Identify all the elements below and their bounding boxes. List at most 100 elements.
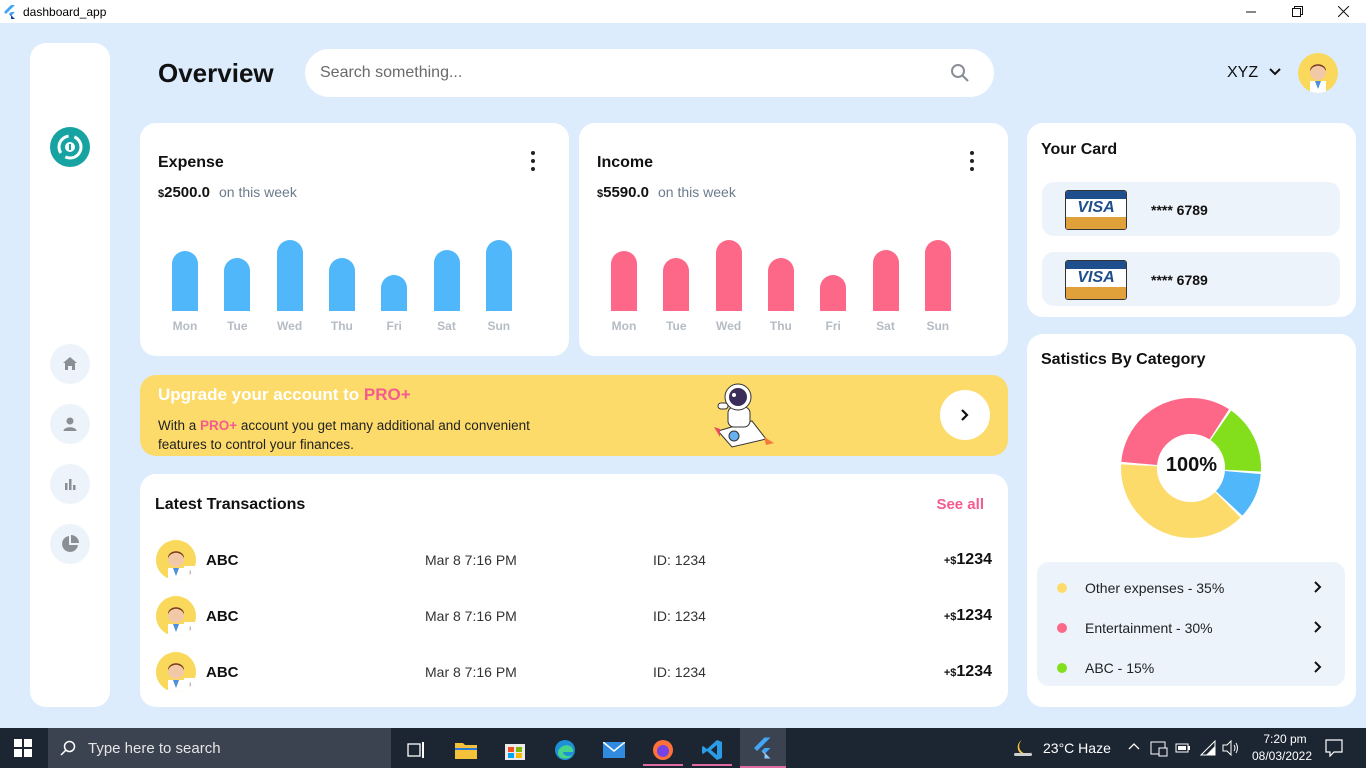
notification-icon[interactable] — [1325, 739, 1343, 757]
volume-icon[interactable] — [1222, 740, 1240, 756]
statistics-panel: Satistics By Category 100% Other expense… — [1027, 334, 1356, 707]
window-controls — [1228, 0, 1366, 23]
active-indicator — [643, 764, 683, 766]
search-bar[interactable] — [305, 49, 994, 97]
legend-item[interactable]: Entertainment - 30% — [1037, 608, 1345, 648]
expense-more-icon[interactable] — [525, 151, 541, 171]
weather-text[interactable]: 23°C Haze — [1043, 740, 1111, 756]
legend-label: ABC - 15% — [1085, 660, 1155, 676]
expense-period: on this week — [219, 184, 297, 200]
microsoft-store-icon[interactable] — [495, 734, 535, 766]
transaction-date: Mar 8 7:16 PM — [425, 664, 517, 680]
expense-bar-chart: Mon Tue Wed Thu Fri Sat Sun — [140, 223, 568, 335]
close-icon — [1337, 6, 1349, 17]
page-title: Overview — [158, 58, 274, 88]
see-all-link[interactable]: See all — [936, 496, 984, 513]
income-period: on this week — [658, 184, 736, 200]
task-view-icon[interactable] — [396, 734, 436, 766]
app-logo[interactable] — [50, 127, 90, 167]
transaction-name: ABC — [206, 664, 239, 681]
search-icon[interactable] — [950, 63, 970, 83]
avatar: ↓ — [156, 652, 196, 692]
transaction-row[interactable]: ↓ ABC Mar 8 7:16 PM ID: 1234 +$ 1234 — [156, 594, 992, 638]
window-title: dashboard_app — [23, 4, 107, 19]
bar-tue — [224, 258, 251, 311]
chevron-right-icon — [961, 409, 969, 421]
windows-start-icon[interactable] — [14, 739, 32, 757]
transaction-date: Mar 8 7:16 PM — [425, 552, 517, 568]
payment-card-item[interactable]: VISA **** 6789 — [1042, 182, 1340, 236]
minimize-icon — [1246, 11, 1256, 12]
avatar: ↓ — [156, 540, 196, 580]
card-number: **** 6789 — [1151, 202, 1208, 218]
nav-statistics[interactable] — [50, 464, 90, 504]
chevron-up-icon[interactable] — [1128, 742, 1140, 750]
search-input[interactable] — [320, 64, 920, 82]
firefox-icon[interactable] — [643, 734, 683, 766]
minimize-button[interactable] — [1228, 0, 1274, 23]
payment-card-item[interactable]: VISA **** 6789 — [1042, 252, 1340, 306]
bar-sat — [433, 250, 460, 311]
bar-label: Wed — [716, 319, 742, 333]
transaction-id: ID: 1234 — [653, 552, 706, 568]
bar-label: Tue — [227, 319, 248, 333]
upgrade-go-button[interactable] — [940, 390, 990, 440]
bar-label: Fri — [386, 319, 402, 333]
chevron-right-icon — [1314, 661, 1322, 673]
income-more-icon[interactable] — [964, 151, 980, 171]
income-title: Income — [597, 154, 654, 171]
chevron-down-icon[interactable] — [1268, 67, 1282, 77]
taskbar-search-placeholder: Type here to search — [88, 739, 221, 757]
transaction-amount: +$ 1234 — [944, 607, 992, 625]
mail-icon[interactable] — [594, 734, 634, 766]
task-view-glyph — [407, 742, 424, 758]
legend-item[interactable]: ABC - 15% — [1037, 648, 1345, 688]
transaction-row[interactable]: ↓ ABC Mar 8 7:16 PM ID: 1234 +$ 1234 — [156, 538, 992, 582]
close-window-button[interactable] — [1320, 0, 1366, 23]
download-icon: ↓ — [184, 566, 196, 580]
bar-sun — [485, 240, 512, 311]
bar-fri — [381, 275, 408, 311]
security-icon[interactable] — [1150, 739, 1168, 757]
wifi-icon[interactable] — [1200, 740, 1216, 756]
legend-label: Other expenses - 35% — [1085, 580, 1225, 596]
taskbar-search[interactable]: Type here to search — [48, 728, 391, 768]
firefox-glyph — [653, 740, 673, 760]
user-name[interactable]: XYZ — [1227, 64, 1258, 82]
restore-button[interactable] — [1274, 0, 1320, 23]
income-value: 5590.0 — [603, 184, 650, 201]
vscode-icon[interactable] — [692, 734, 732, 766]
transaction-value: 1234 — [956, 663, 992, 680]
bar-label: Thu — [769, 319, 792, 333]
legend-item[interactable]: Other expenses - 35% — [1037, 568, 1345, 608]
user-avatar[interactable] — [1298, 53, 1338, 93]
flutter-app-task-icon[interactable] — [740, 728, 786, 768]
file-explorer-icon[interactable] — [446, 734, 486, 766]
store-glyph — [505, 744, 525, 760]
bar-label: Sun — [926, 319, 950, 333]
avatar-person-icon — [1310, 64, 1326, 93]
bar-fri — [820, 275, 847, 311]
nav-profile[interactable] — [50, 404, 90, 444]
transaction-row[interactable]: ↓ ABC Mar 8 7:16 PM ID: 1234 +$ 1234 — [156, 650, 992, 694]
bar-tue — [663, 258, 690, 311]
nav-reports[interactable] — [50, 524, 90, 564]
transaction-amount: +$ 1234 — [944, 551, 992, 569]
edge-browser-icon[interactable] — [545, 734, 585, 766]
clock-time[interactable]: 7:20 pm — [1257, 732, 1313, 746]
battery-icon[interactable] — [1175, 741, 1191, 755]
your-card-title: Your Card — [1041, 141, 1118, 158]
mail-glyph — [603, 742, 625, 758]
legend-label: Entertainment - 30% — [1085, 620, 1213, 636]
nav-home[interactable] — [50, 344, 90, 384]
bar-sat — [872, 250, 899, 311]
clock-date[interactable]: 08/03/2022 — [1247, 749, 1317, 763]
expense-card: Expense $ 2500.0 on this week Mon Tue Wed T… — [140, 123, 569, 356]
donut-center-label: 100% — [1165, 454, 1218, 476]
person-icon — [63, 417, 77, 431]
transaction-name: ABC — [206, 552, 239, 569]
expense-title: Expense — [158, 154, 224, 171]
expense-value: 2500.0 — [164, 184, 211, 201]
legend-dot — [1057, 583, 1067, 593]
flutter-app-icon — [4, 4, 15, 19]
